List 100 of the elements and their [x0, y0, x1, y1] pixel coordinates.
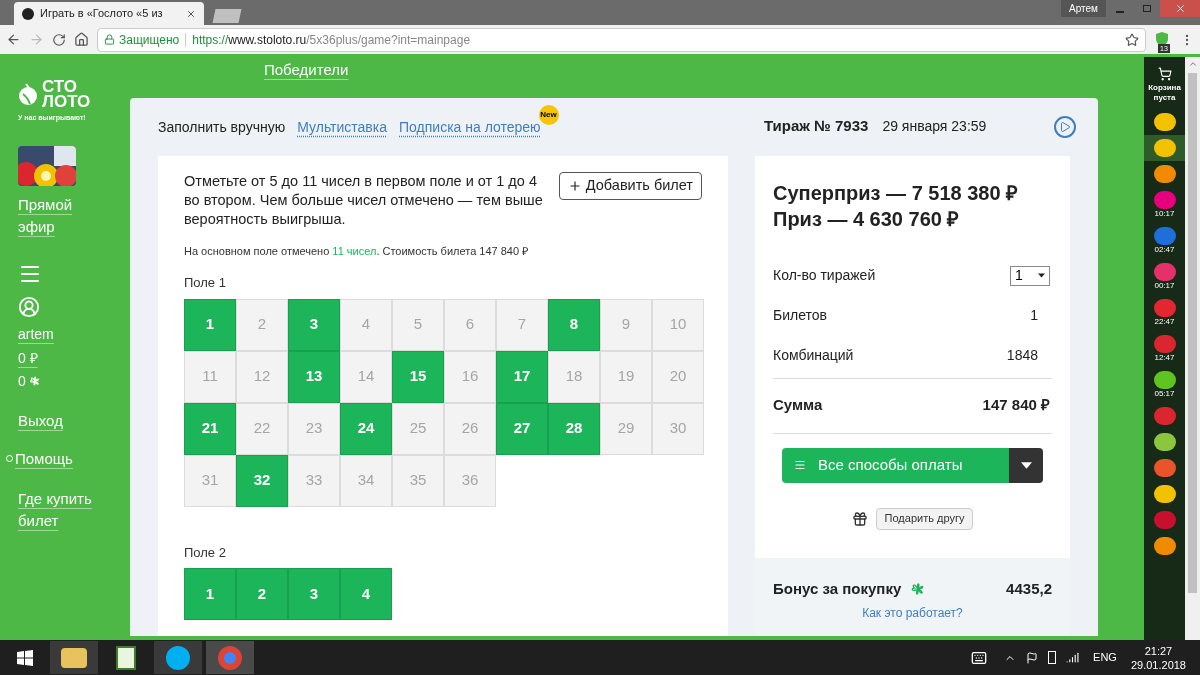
- clock[interactable]: 21:27 29.01.2018: [1130, 643, 1186, 672]
- bookmark-star-icon[interactable]: [1125, 32, 1139, 47]
- number-cell[interactable]: 22: [236, 402, 288, 455]
- shield-icon[interactable]: [1154, 30, 1170, 47]
- number-cell[interactable]: 34: [340, 454, 392, 507]
- chrome-icon[interactable]: [206, 641, 254, 674]
- number-cell[interactable]: 30: [652, 402, 704, 455]
- how-it-works-link[interactable]: Как это работает?: [862, 604, 963, 622]
- new-badge: New: [538, 104, 559, 125]
- number-cell[interactable]: 27: [496, 402, 548, 455]
- file-explorer-icon[interactable]: [50, 641, 98, 674]
- profile-name[interactable]: Артем: [1061, 0, 1106, 17]
- number-cell[interactable]: 32: [236, 454, 288, 507]
- game-item[interactable]: 05:17: [1144, 367, 1185, 403]
- number-cell[interactable]: 2: [236, 568, 288, 620]
- gift-icon: [851, 510, 868, 527]
- new-tab-button[interactable]: [212, 9, 242, 23]
- number-cell[interactable]: 15: [392, 350, 444, 403]
- number-cell[interactable]: 4: [340, 298, 392, 351]
- add-ticket-button[interactable]: Добавить билет: [558, 171, 702, 200]
- number-cell[interactable]: 24: [340, 402, 392, 455]
- total-label: Сумма: [773, 395, 823, 416]
- game-item[interactable]: 12:47: [1144, 331, 1185, 367]
- windows-icon[interactable]: [17, 649, 33, 666]
- close-icon[interactable]: [186, 8, 196, 19]
- row-label: Комбинаций: [773, 346, 854, 365]
- gift-button[interactable]: Подарить другу: [875, 507, 974, 530]
- clover-icon: [27, 374, 42, 388]
- tab[interactable]: Мультиставка: [297, 118, 388, 135]
- number-cell[interactable]: 3: [288, 298, 340, 351]
- signal-icon[interactable]: [1066, 651, 1080, 664]
- reload-icon[interactable]: [52, 32, 66, 47]
- number-cell[interactable]: 23: [288, 402, 340, 455]
- number-cell[interactable]: 35: [392, 454, 444, 507]
- number-cell[interactable]: 4: [340, 568, 392, 620]
- field-label: Поле 2: [184, 543, 227, 562]
- number-cell[interactable]: 7: [496, 298, 548, 351]
- game-item[interactable]: [1144, 135, 1185, 161]
- number-cell[interactable]: 8: [548, 298, 600, 351]
- username-link[interactable]: artem: [18, 323, 54, 345]
- field-label: Поле 1: [184, 274, 227, 292]
- user-icon[interactable]: [18, 295, 40, 318]
- number-cell[interactable]: 28: [548, 402, 600, 455]
- number-cell[interactable]: 18: [548, 350, 600, 403]
- number-cell[interactable]: 14: [340, 350, 392, 403]
- number-cell[interactable]: 17: [496, 350, 548, 403]
- draws-select[interactable]: 1: [1010, 265, 1050, 286]
- list-icon: [794, 459, 806, 471]
- number-cell[interactable]: 31: [184, 454, 236, 507]
- number-cell[interactable]: 19: [600, 350, 652, 403]
- game-item[interactable]: 10:17: [1144, 187, 1185, 223]
- number-cell[interactable]: 33: [288, 454, 340, 507]
- address-bar[interactable]: Защищено https://www.stoloto.ru/5x36plus/game?int=mainpage: [97, 27, 1146, 52]
- sidebar-link[interactable]: Где купить билет: [18, 488, 98, 532]
- game-item[interactable]: 00:17: [1144, 259, 1185, 295]
- number-cell[interactable]: 12: [236, 350, 288, 403]
- scrollbar[interactable]: [1185, 57, 1200, 640]
- payment-button[interactable]: Все способы оплаты: [782, 447, 1009, 483]
- row-label: Билетов: [773, 306, 827, 325]
- game-item[interactable]: 02:47: [1144, 223, 1185, 259]
- number-cell[interactable]: 36: [444, 454, 496, 507]
- back-icon[interactable]: [6, 32, 21, 47]
- number-cell[interactable]: 2: [236, 298, 288, 351]
- bonus-label: Бонус за покупку: [773, 578, 902, 599]
- live-link[interactable]: Прямой эфир: [18, 193, 88, 238]
- number-cell[interactable]: 16: [444, 350, 496, 403]
- number-cell[interactable]: 6: [444, 298, 496, 351]
- number-cell[interactable]: 9: [600, 298, 652, 351]
- flag-icon[interactable]: [1026, 651, 1039, 664]
- payment-dropdown-button[interactable]: [1009, 447, 1043, 483]
- sidebar-link[interactable]: Выход: [18, 409, 98, 432]
- number-cell[interactable]: 11: [184, 350, 236, 403]
- game-item[interactable]: 22:47: [1144, 295, 1185, 331]
- number-cell[interactable]: 21: [184, 402, 236, 455]
- language-indicator[interactable]: ENG: [1093, 649, 1117, 666]
- number-cell[interactable]: 25: [392, 402, 444, 455]
- number-cell[interactable]: 26: [444, 402, 496, 455]
- number-cell[interactable]: 5: [392, 298, 444, 351]
- number-cell[interactable]: 1: [184, 298, 236, 351]
- play-icon[interactable]: [1054, 115, 1076, 138]
- tab[interactable]: Подписка на лотерею: [399, 118, 541, 135]
- winners-link[interactable]: Победители: [264, 59, 1142, 82]
- number-cell[interactable]: 13: [288, 350, 340, 403]
- home-icon[interactable]: [74, 32, 89, 47]
- help-link[interactable]: Помощь: [15, 447, 73, 470]
- tab-title: Играть в «Гослото «5 из: [40, 6, 163, 22]
- number-cell[interactable]: 3: [288, 568, 340, 620]
- sidebar-link[interactable]: 0 ₽: [18, 346, 98, 369]
- tab[interactable]: Заполнить вручную: [158, 118, 286, 135]
- cart-icon[interactable]: [1156, 67, 1173, 81]
- skype-icon[interactable]: [154, 641, 202, 674]
- number-cell[interactable]: 10: [652, 298, 704, 351]
- bonus-balance[interactable]: 0: [18, 370, 26, 392]
- caret-icon: [1038, 273, 1045, 278]
- number-cell[interactable]: 20: [652, 350, 704, 403]
- browser-tab[interactable]: Играть в «Гослото «5 из: [14, 2, 204, 25]
- battery-icon[interactable]: [1048, 651, 1057, 664]
- lock-icon: [104, 34, 115, 45]
- number-cell[interactable]: 29: [600, 402, 652, 455]
- number-cell[interactable]: 1: [184, 568, 236, 620]
